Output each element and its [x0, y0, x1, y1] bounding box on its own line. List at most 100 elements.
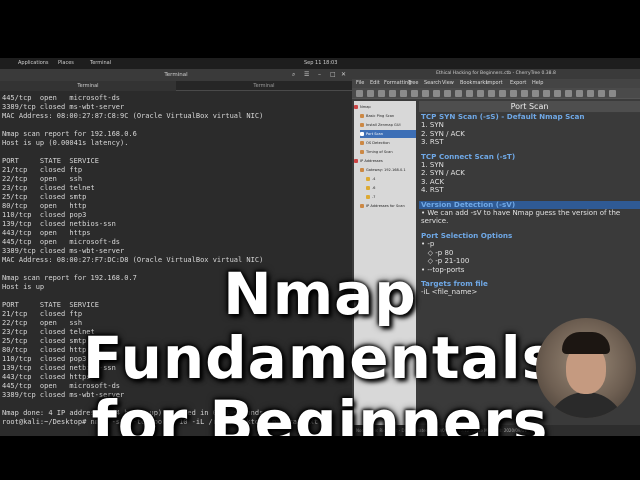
tree-node[interactable]: IP Addresses: [354, 157, 416, 165]
toolbar-button-icon[interactable]: [532, 90, 539, 97]
tree-node-label: Timing of Scan: [366, 150, 393, 154]
tree-node-label: IP Addresses for Scan: [366, 204, 405, 208]
terminal-line: 25/tcp closed smtp: [2, 193, 87, 201]
syn-step: 1. SYN: [421, 121, 444, 130]
terminal-app-menu[interactable]: Terminal: [90, 58, 111, 69]
terminal-search-icon[interactable]: ⌕: [292, 71, 295, 79]
menu-search[interactable]: Search: [424, 79, 441, 88]
toolbar-button-icon[interactable]: [422, 90, 429, 97]
menu-edit[interactable]: Edit: [370, 79, 380, 88]
toolbar-button-icon[interactable]: [587, 90, 594, 97]
tree-node-label: Basic Ping Scan: [366, 114, 395, 118]
tree-node[interactable]: .4: [366, 175, 416, 183]
connect-scan-heading: TCP Connect Scan (-sT): [421, 151, 516, 161]
toolbar-button-icon[interactable]: [576, 90, 583, 97]
syn-step: 3. RST: [421, 138, 444, 147]
tree-node-label: Nmap: [360, 105, 371, 109]
tree-node[interactable]: Port Scan: [360, 130, 416, 138]
toolbar-button-icon[interactable]: [488, 90, 495, 97]
maximize-icon[interactable]: □: [330, 71, 336, 79]
connect-step: 1. SYN: [421, 161, 444, 170]
toolbar-button-icon[interactable]: [510, 90, 517, 97]
syn-step: 2. SYN / ACK: [421, 129, 465, 138]
toolbar-button-icon[interactable]: [543, 90, 550, 97]
terminal-tab-2[interactable]: Terminal: [176, 81, 352, 91]
toolbar-button-icon[interactable]: [455, 90, 462, 97]
toolbar-button-icon[interactable]: [356, 90, 363, 97]
node-icon: [360, 132, 364, 136]
node-icon: [366, 186, 370, 190]
applications-menu[interactable]: Applications: [18, 58, 49, 69]
terminal-titlebar: Terminal ⌕ ☰ – □ ✕: [0, 69, 352, 81]
terminal-line: 443/tcp open https: [2, 229, 91, 237]
toolbar-button-icon[interactable]: [554, 90, 561, 97]
cherrytree-titlebar: Ethical Hacking for Beginners.ctb - Cher…: [352, 69, 640, 79]
toolbar-button-icon[interactable]: [378, 90, 385, 97]
toolbar-button-icon[interactable]: [444, 90, 451, 97]
tree-node[interactable]: Nmap: [354, 103, 416, 111]
toolbar-button-icon[interactable]: [521, 90, 528, 97]
terminal-line: 139/tcp closed netbios-ssn: [2, 220, 116, 228]
menu-view[interactable]: View: [442, 79, 454, 88]
terminal-title: Terminal: [164, 72, 188, 78]
toolbar-button-icon[interactable]: [400, 90, 407, 97]
terminal-tab-1[interactable]: Terminal: [0, 81, 176, 91]
node-icon: [360, 204, 364, 208]
terminal-line: 3389/tcp closed ms-wbt-server: [2, 247, 125, 255]
toolbar-button-icon[interactable]: [389, 90, 396, 97]
terminal-line: Nmap scan report for 192.168.0.6: [2, 130, 137, 138]
minimize-icon[interactable]: –: [318, 71, 321, 79]
node-icon: [360, 168, 364, 172]
node-title: Port Scan: [419, 101, 640, 112]
terminal-menu-icon[interactable]: ☰: [304, 71, 309, 79]
tree-node[interactable]: Install Zenmap GUI: [360, 121, 416, 129]
version-text: • We can add -sV to have Nmap guess the …: [421, 209, 621, 226]
port-item: • -p: [421, 240, 435, 249]
toolbar-button-icon[interactable]: [499, 90, 506, 97]
tree-node[interactable]: Basic Ping Scan: [360, 112, 416, 120]
menu-import[interactable]: Import: [486, 79, 503, 88]
toolbar-button-icon[interactable]: [609, 90, 616, 97]
terminal-line: 21/tcp closed ftp: [2, 166, 83, 174]
close-icon[interactable]: ✕: [341, 71, 346, 79]
node-icon: [360, 114, 364, 118]
port-selection-heading: Port Selection Options: [421, 230, 513, 240]
tree-node[interactable]: .6: [366, 184, 416, 192]
terminal-line: 445/tcp open microsoft-ds: [2, 94, 121, 102]
letterbox-bottom: [0, 436, 640, 480]
tree-node[interactable]: .7: [366, 193, 416, 201]
connect-step: 2. SYN / ACK: [421, 169, 465, 178]
toolbar-button-icon[interactable]: [466, 90, 473, 97]
toolbar-button-icon[interactable]: [411, 90, 418, 97]
letterbox-top: [0, 0, 640, 40]
connect-step: 4. RST: [421, 186, 444, 195]
tree-node[interactable]: Timing of Scan: [360, 148, 416, 156]
terminal-tabs: Terminal Terminal: [0, 81, 352, 91]
toolbar-button-icon[interactable]: [598, 90, 605, 97]
tree-node-label: .4: [372, 177, 376, 181]
menu-tree[interactable]: Tree: [408, 79, 418, 88]
terminal-line: 445/tcp open microsoft-ds: [2, 238, 121, 246]
terminal-line: MAC Address: 08:00:27:87:C8:9C (Oracle V…: [2, 112, 264, 120]
tree-node[interactable]: Gateway: 192.168.0.1: [360, 166, 416, 174]
tree-node-label: Port Scan: [366, 132, 384, 136]
toolbar-button-icon[interactable]: [367, 90, 374, 97]
clock[interactable]: Sep 11 18:03: [304, 58, 337, 69]
presenter-webcam: [536, 318, 636, 418]
menu-help[interactable]: Help: [532, 79, 543, 88]
terminal-line: 23/tcp closed telnet: [2, 184, 95, 192]
menu-file[interactable]: File: [356, 79, 364, 88]
toolbar-button-icon[interactable]: [565, 90, 572, 97]
toolbar-button-icon[interactable]: [477, 90, 484, 97]
port-item: ◇ -p 80: [421, 248, 454, 257]
menu-export[interactable]: Export: [510, 79, 526, 88]
terminal-line: Host is up (0.00041s latency).: [2, 139, 129, 147]
tree-node-label: IP Addresses: [360, 159, 383, 163]
tree-node[interactable]: OS Detection: [360, 139, 416, 147]
toolbar-button-icon[interactable]: [433, 90, 440, 97]
node-icon: [366, 195, 370, 199]
menu-bookmarks[interactable]: Bookmarks: [460, 79, 488, 88]
places-menu[interactable]: Places: [58, 58, 74, 69]
terminal-line: 80/tcp open http: [2, 202, 87, 210]
tree-node[interactable]: IP Addresses for Scan: [360, 202, 416, 210]
